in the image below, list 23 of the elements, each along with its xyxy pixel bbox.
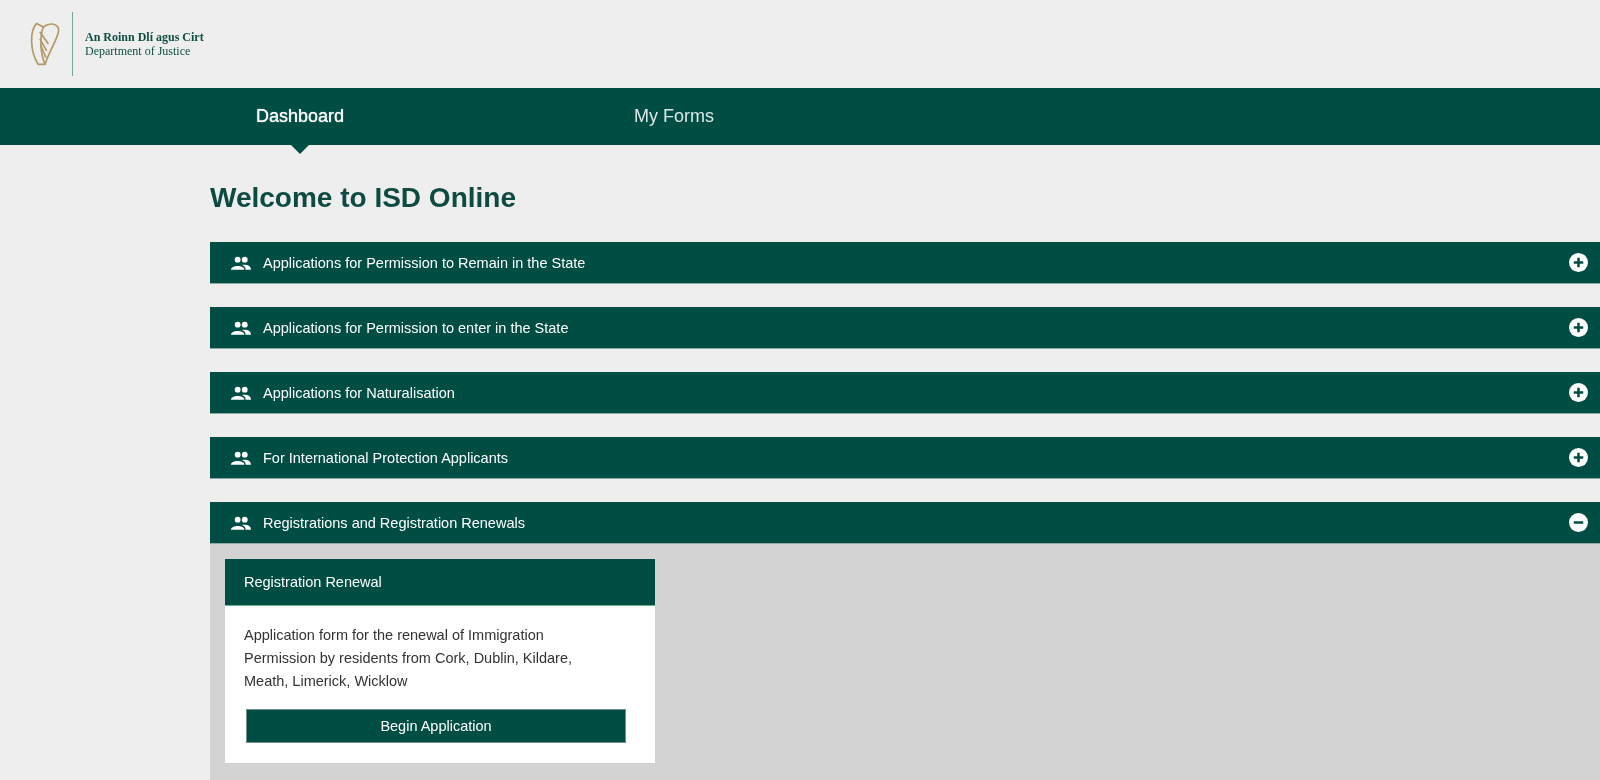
people-icon — [231, 450, 251, 465]
nav-tab[interactable]: Dashboard — [256, 88, 345, 154]
department-name-irish: An Roinn Dlí agus Cirt — [85, 30, 204, 44]
people-icon — [231, 515, 251, 530]
card-description: Application form for the renewal of Immigration Permission by residents from Cork, Dublin, Kildare, Meath, Limerick, Wicklow — [244, 626, 573, 691]
accordion-header[interactable]: For International Protection Applicants — [210, 437, 1600, 479]
collapse-icon[interactable] — [1569, 513, 1588, 532]
accordion-header[interactable]: Registrations and Registration Renewals — [210, 502, 1600, 544]
expand-icon[interactable] — [1569, 318, 1588, 337]
people-icon — [231, 255, 251, 270]
department-name: Department of Justice — [85, 44, 192, 58]
accordion-header[interactable]: Applications for Permission to enter in the State — [210, 307, 1600, 349]
people-icon — [231, 320, 251, 335]
accordion-header[interactable]: Applications for Naturalisation — [210, 372, 1600, 414]
accordion-header[interactable]: Applications for Permission to Remain in the State — [210, 242, 1600, 284]
page-title: Welcome to ISD Online — [210, 181, 517, 215]
people-icon — [231, 385, 251, 400]
begin-application-button[interactable]: Begin Application — [246, 709, 626, 743]
nav-tab[interactable]: My Forms — [634, 88, 715, 154]
card-title: Registration Renewal — [225, 559, 655, 606]
expand-icon[interactable] — [1569, 383, 1588, 402]
expand-icon[interactable] — [1569, 253, 1588, 272]
expand-icon[interactable] — [1569, 448, 1588, 467]
